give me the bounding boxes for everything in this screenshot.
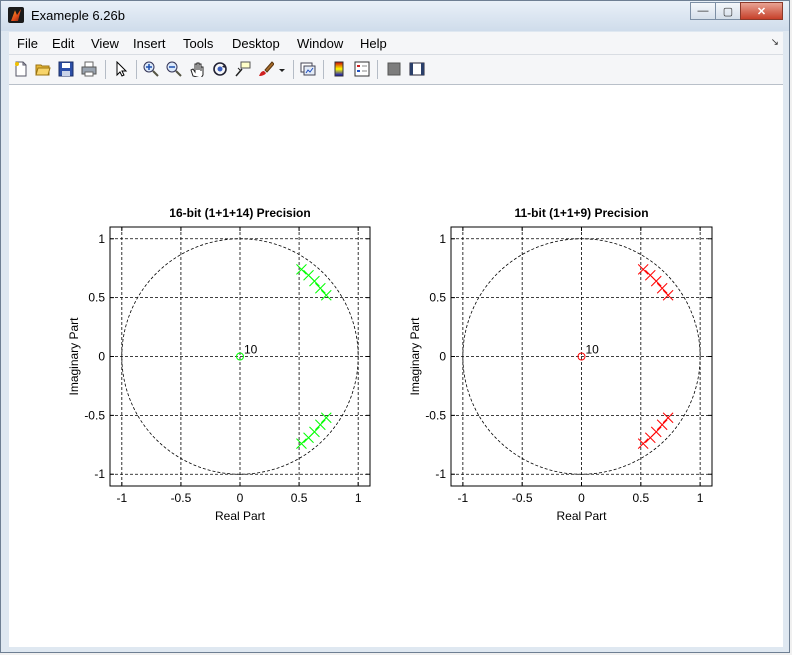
x-tick-label: 0 — [578, 491, 585, 505]
open-file-icon[interactable] — [35, 61, 51, 77]
show-plot-tools-icon[interactable] — [409, 61, 425, 77]
x-tick-label: -0.5 — [171, 491, 192, 505]
menu-insert[interactable]: Insert — [133, 36, 166, 51]
x-tick-label: 0 — [237, 491, 244, 505]
x-axis-label: Real Part — [556, 509, 607, 523]
toolbar-separator — [293, 60, 294, 79]
zoom-out-icon[interactable] — [166, 61, 182, 77]
figure-window: Exameple 6.26b — ▢ ✕ File Edit View Inse… — [0, 0, 790, 653]
brush-icon[interactable] — [258, 61, 275, 77]
y-tick-label: 1 — [98, 232, 105, 246]
link-plot-icon[interactable] — [300, 61, 316, 77]
zoom-in-icon[interactable] — [143, 61, 159, 77]
x-tick-label: 0.5 — [632, 491, 649, 505]
window-title: Exameple 6.26b — [31, 8, 125, 23]
y-axis-label: Imaginary Part — [408, 317, 422, 396]
toolbar-separator — [377, 60, 378, 79]
y-tick-label: -0.5 — [425, 408, 446, 422]
select-arrow-icon[interactable] — [113, 60, 129, 77]
y-tick-label: 1 — [439, 232, 446, 246]
plot-title: 11-bit (1+1+9) Precision — [514, 206, 648, 220]
matlab-logo-icon — [8, 7, 24, 23]
toolbar-separator — [136, 60, 137, 79]
legend-icon[interactable] — [354, 61, 370, 77]
x-tick-label: 0.5 — [291, 491, 308, 505]
zero-multiplicity-label: 10 — [244, 343, 258, 357]
y-tick-label: -0.5 — [84, 408, 105, 422]
window-controls: — ▢ ✕ — [690, 2, 783, 22]
colorbar-icon[interactable] — [331, 61, 347, 77]
toolbar-separator — [323, 60, 324, 79]
menu-tools[interactable]: Tools — [183, 36, 213, 51]
figure-canvas: -1 1 -0.5 0.5 0 0 0.5 -0.5 1 -1 16-bit (1+1+14) Pr… — [9, 85, 783, 647]
toolbar-separator — [105, 60, 106, 79]
title-bar[interactable]: Exameple 6.26b — ▢ ✕ — [1, 1, 789, 31]
y-tick-label: 0 — [439, 350, 446, 364]
minimize-button[interactable]: — — [690, 2, 716, 20]
y-tick-label: -1 — [435, 467, 446, 481]
menu-bar: File Edit View Insert Tools Desktop Wind… — [9, 32, 783, 55]
menu-file[interactable]: File — [17, 36, 38, 51]
x-tick-label: -1 — [458, 491, 469, 505]
menu-view[interactable]: View — [91, 36, 119, 51]
x-tick-label: -0.5 — [512, 491, 533, 505]
plot-title: 16-bit (1+1+14) Precision — [169, 206, 310, 220]
y-axis-label: Imaginary Part — [67, 317, 81, 396]
x-tick-label: 1 — [355, 491, 362, 505]
menu-desktop[interactable]: Desktop — [232, 36, 280, 51]
print-icon[interactable] — [81, 61, 97, 77]
y-tick-label: 0 — [98, 350, 105, 364]
save-icon[interactable] — [58, 61, 74, 77]
figure-toolbar — [9, 55, 783, 85]
y-tick-label: -1 — [94, 467, 105, 481]
pole-zero-plot: -1 1 -0.5 0.5 0 0 0.5 -0.5 1 -1 11-bit (1+1+9) Pre… — [408, 206, 713, 523]
hide-plot-tools-icon[interactable] — [386, 61, 402, 77]
x-axis-label: Real Part — [215, 509, 266, 523]
figure-svg: -1 1 -0.5 0.5 0 0 0.5 -0.5 1 -1 16-bit (1+1+14) Pr… — [67, 206, 713, 523]
dock-arrow-icon[interactable]: ↘ — [771, 37, 779, 48]
menu-window[interactable]: Window — [297, 36, 343, 51]
data-cursor-icon[interactable] — [235, 61, 251, 77]
menu-edit[interactable]: Edit — [52, 36, 74, 51]
x-tick-label: -1 — [116, 491, 127, 505]
menu-help[interactable]: Help — [360, 36, 387, 51]
zero-multiplicity-label: 10 — [586, 343, 600, 357]
new-figure-icon[interactable] — [13, 61, 29, 77]
maximize-button[interactable]: ▢ — [715, 2, 741, 20]
y-tick-label: 0.5 — [429, 291, 446, 305]
x-tick-label: 1 — [697, 491, 704, 505]
close-button[interactable]: ✕ — [740, 2, 783, 20]
brush-dropdown-icon[interactable] — [277, 61, 287, 77]
pole-zero-plot: -1 1 -0.5 0.5 0 0 0.5 -0.5 1 -1 16-bit (1+1+14) Pr… — [67, 206, 371, 523]
pan-hand-icon[interactable] — [189, 61, 205, 79]
rotate-3d-icon[interactable] — [212, 61, 228, 77]
y-tick-label: 0.5 — [88, 291, 105, 305]
